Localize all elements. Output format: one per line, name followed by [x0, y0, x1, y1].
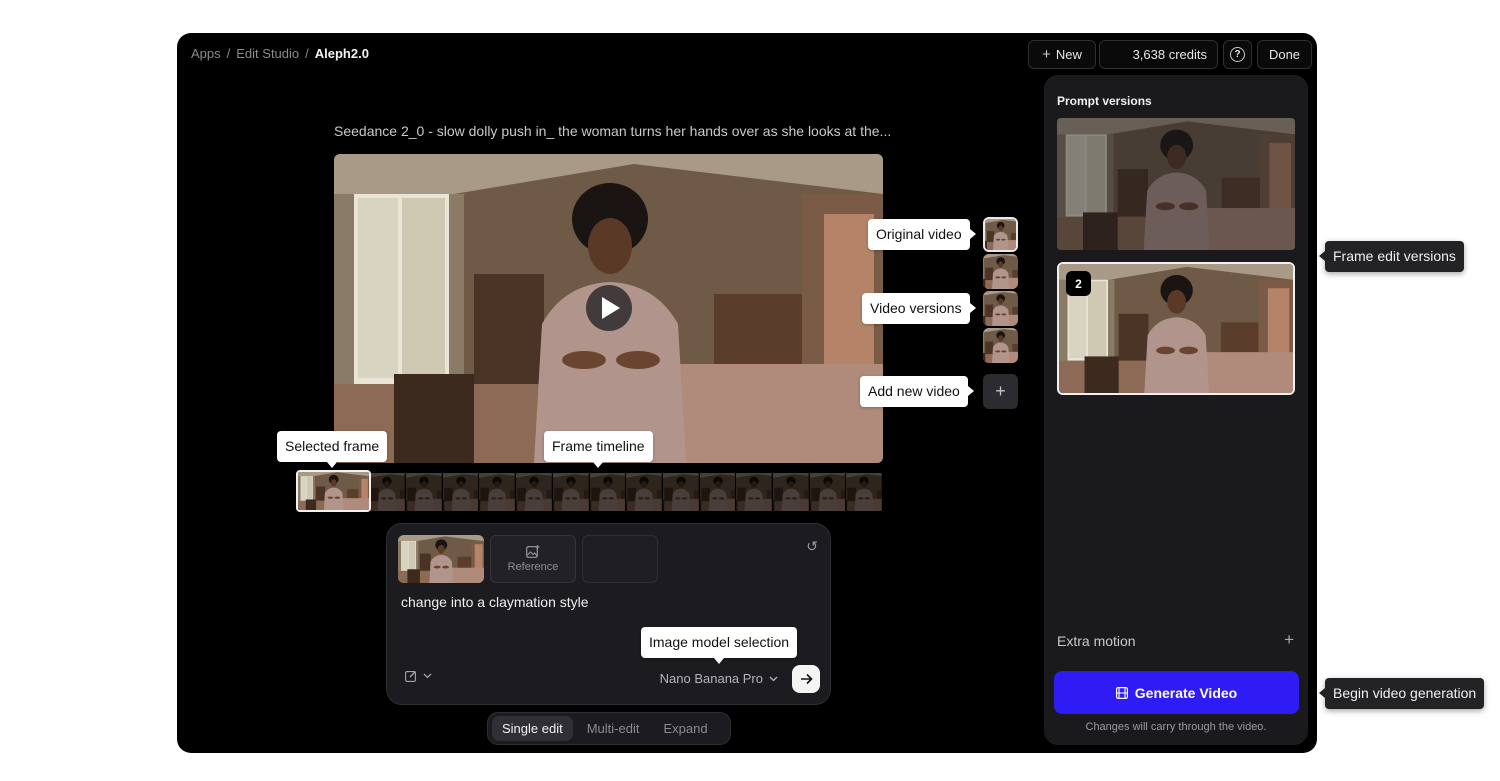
breadcrumb-separator: / — [226, 46, 231, 61]
breadcrumb-apps[interactable]: Apps — [191, 46, 221, 61]
mode-expand[interactable]: Expand — [653, 716, 717, 741]
mode-single-edit[interactable]: Single edit — [492, 716, 573, 741]
image-add-icon — [526, 545, 540, 558]
arrow-right-icon — [800, 673, 813, 685]
timeline-frame[interactable] — [516, 473, 553, 511]
frame-timeline[interactable] — [296, 473, 883, 511]
prompt-version-card-selected[interactable]: 2 — [1057, 262, 1295, 395]
prompt-versions-panel: Prompt versions 2 Extra motion + Generat… — [1044, 75, 1308, 745]
video-version-thumb[interactable] — [983, 254, 1018, 289]
selected-frame-thumbnail[interactable] — [398, 535, 484, 583]
plus-icon: + — [995, 381, 1006, 401]
timeline-frame[interactable] — [406, 473, 443, 511]
timeline-frame[interactable] — [663, 473, 700, 511]
timeline-frame[interactable] — [369, 473, 407, 511]
timeline-frame[interactable] — [773, 473, 810, 511]
selected-frame-image — [298, 472, 369, 510]
mode-multi-edit[interactable]: Multi-edit — [577, 716, 650, 741]
tooltip-selected-frame: Selected frame — [277, 431, 388, 468]
timeline-frame[interactable] — [553, 473, 590, 511]
image-model-select[interactable]: Nano Banana Pro — [660, 671, 778, 686]
video-version-thumb[interactable] — [983, 291, 1018, 326]
breadcrumb-edit-studio[interactable]: Edit Studio — [236, 46, 299, 61]
breadcrumb-current: Aleph2.0 — [314, 46, 369, 61]
prompt-input[interactable]: change into a claymation style — [401, 594, 589, 610]
reference-label: Reference — [507, 561, 559, 573]
play-icon — [602, 297, 620, 319]
credits-display[interactable]: 3,638 credits — [1099, 40, 1218, 69]
edit-mode-toggle: Single edit Multi-edit Expand — [487, 712, 731, 745]
video-version-thumb[interactable] — [983, 328, 1018, 363]
tooltip-begin-video-generation: Begin video generation — [1318, 678, 1485, 709]
video-title: Seedance 2_0 - slow dolly push in_ the w… — [334, 123, 892, 139]
tooltip-video-versions: Video versions — [862, 293, 976, 324]
new-button[interactable]: + New — [1028, 40, 1096, 69]
breadcrumb-separator: / — [305, 46, 309, 61]
tooltip-add-new-video: Add new video — [860, 376, 974, 407]
timeline-frame[interactable] — [736, 473, 773, 511]
chevron-down-icon — [423, 673, 432, 679]
help-button[interactable]: ? — [1223, 40, 1252, 69]
extra-motion-label: Extra motion — [1057, 633, 1136, 649]
tooltip-frame-timeline: Frame timeline — [544, 431, 653, 468]
generate-video-button[interactable]: Generate Video — [1054, 671, 1299, 714]
submit-button[interactable] — [792, 665, 820, 693]
play-button[interactable] — [586, 285, 632, 331]
edit-icon — [405, 671, 416, 682]
model-name: Nano Banana Pro — [659, 671, 763, 686]
timeline-frame[interactable] — [846, 473, 883, 511]
tooltip-image-model-selection: Image model selection — [641, 627, 798, 664]
chevron-down-icon — [769, 676, 778, 681]
add-extra-motion-icon[interactable]: + — [1284, 630, 1294, 650]
timeline-frame[interactable] — [626, 473, 663, 511]
timeline-frame[interactable] — [700, 473, 737, 511]
prompt-box: Reference ↺ change into a claymation sty… — [386, 523, 831, 705]
timeline-frame[interactable] — [443, 473, 480, 511]
reference-image-button[interactable]: Reference — [490, 535, 576, 583]
done-button-label: Done — [1268, 47, 1301, 62]
video-player[interactable] — [334, 154, 883, 463]
selected-frame[interactable] — [296, 470, 371, 512]
timeline-frame[interactable] — [479, 473, 517, 511]
empty-reference-slot[interactable] — [582, 535, 658, 583]
version-badge: 2 — [1066, 271, 1091, 296]
reset-icon[interactable]: ↺ — [806, 538, 818, 555]
timeline-frame[interactable] — [590, 473, 627, 511]
question-circle-icon: ? — [1230, 47, 1245, 62]
add-new-video-button[interactable]: + — [983, 374, 1018, 409]
generate-video-label: Generate Video — [1134, 684, 1238, 701]
tooltip-frame-edit-versions: Frame edit versions — [1319, 241, 1464, 272]
film-icon — [1115, 686, 1128, 699]
generate-note: Changes will carry through the video. — [1085, 721, 1267, 733]
plus-icon: + — [1042, 46, 1051, 63]
credits-label: 3,638 credits — [1132, 47, 1207, 62]
breadcrumb: Apps / Edit Studio / Aleph2.0 — [191, 46, 369, 61]
panel-title: Prompt versions — [1057, 94, 1152, 108]
edit-mode-menu[interactable] — [405, 670, 432, 682]
done-button[interactable]: Done — [1257, 40, 1312, 69]
prompt-version-card[interactable] — [1057, 118, 1295, 250]
new-button-label: New — [1055, 47, 1082, 62]
timeline-frame[interactable] — [810, 473, 847, 511]
original-video-thumb[interactable] — [983, 217, 1018, 252]
tooltip-original-video: Original video — [868, 219, 976, 250]
